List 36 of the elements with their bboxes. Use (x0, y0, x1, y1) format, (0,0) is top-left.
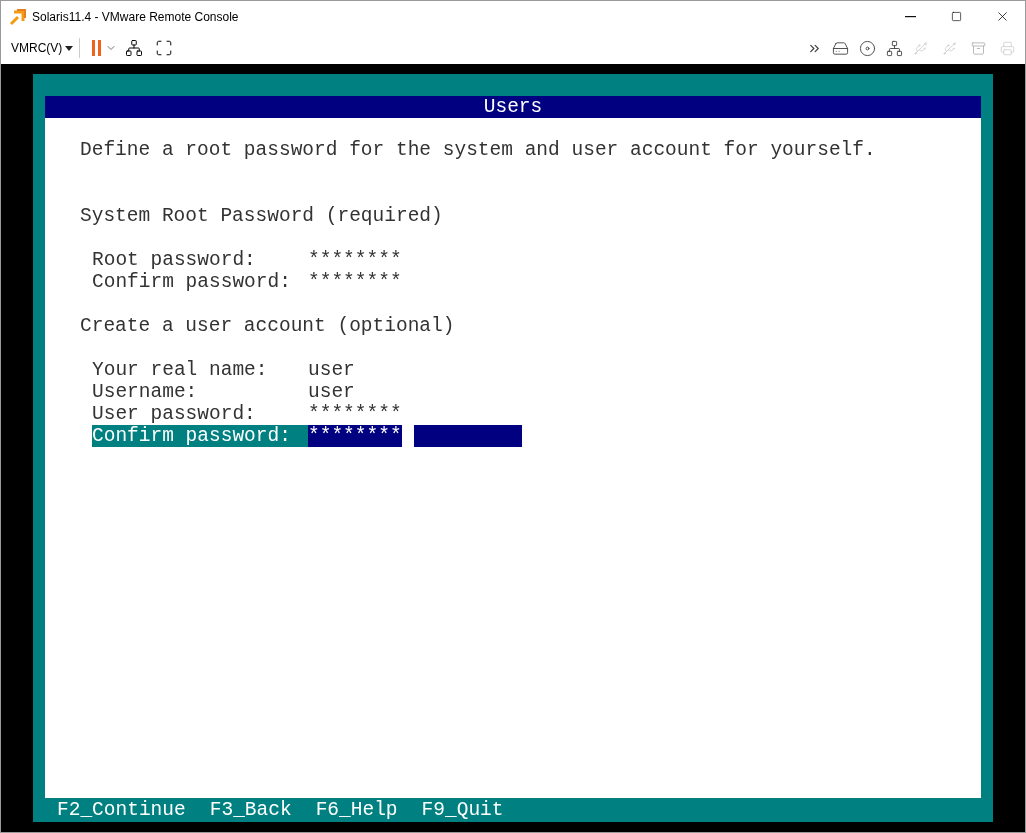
network-icon[interactable] (886, 39, 903, 57)
window-title: Solaris11.4 - VMware Remote Console (32, 8, 239, 26)
section-heading: System Root Password (required) (80, 205, 444, 227)
usb-icon[interactable] (942, 40, 957, 56)
input-bar[interactable] (413, 425, 522, 447)
field-value[interactable]: ******** (308, 271, 402, 293)
field-value[interactable]: ******** (308, 403, 402, 425)
function-key-hint[interactable]: F2_Continue (57, 799, 186, 821)
section-heading: Create a user account (optional) (80, 315, 456, 337)
function-key-hint[interactable]: F6_Help (315, 799, 398, 821)
field-value[interactable]: ******** (308, 425, 402, 447)
function-key-hint[interactable]: F3_Back (209, 799, 292, 821)
hard-drive-icon[interactable] (832, 39, 849, 57)
field-label: Confirm password: (92, 425, 308, 447)
field-value[interactable]: ******** (308, 249, 402, 271)
vmrc-menu-button[interactable]: VMRC(V) (11, 39, 74, 57)
field-label: Root password: (92, 249, 257, 271)
fullscreen-icon[interactable] (155, 39, 174, 57)
usb-icon[interactable] (913, 40, 928, 56)
archive-icon[interactable] (971, 40, 986, 56)
intro-text: Define a root password for the system and user account for yourself. (80, 139, 877, 161)
disc-icon[interactable] (859, 39, 876, 57)
app-logo-icon (9, 7, 27, 26)
field-value[interactable]: user (308, 359, 355, 381)
minimize-icon (904, 15, 916, 18)
field-label: Your real name: (92, 359, 269, 381)
pause-button[interactable] (92, 40, 118, 56)
screen-title: Users (45, 96, 981, 118)
function-key-hint[interactable]: F9_Quit (421, 799, 504, 821)
printer-icon[interactable] (1000, 40, 1015, 56)
field-label: Username: (92, 381, 199, 403)
field-value[interactable]: user (308, 381, 355, 403)
caret-icon (65, 45, 74, 51)
field-label: Confirm password: (92, 271, 292, 293)
field-label: User password: (92, 403, 257, 425)
maximize-icon (950, 11, 962, 22)
